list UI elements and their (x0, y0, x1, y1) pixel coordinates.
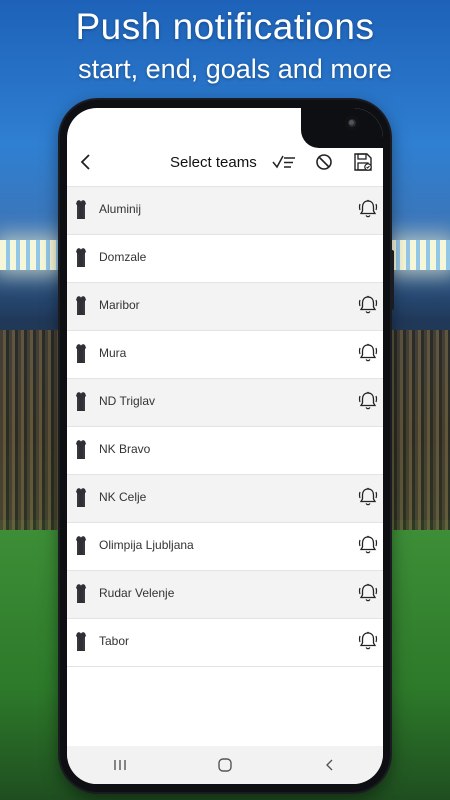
nav-back-button[interactable] (310, 750, 350, 780)
camera-icon (345, 116, 359, 130)
team-name: Maribor (99, 298, 140, 312)
floodlight-right (390, 240, 450, 270)
save-icon (354, 153, 372, 171)
phone-frame: Select teams Aluminij Domzale Maribor Mu… (60, 100, 394, 792)
team-row[interactable]: Aluminij (67, 187, 383, 235)
team-name: Tabor (99, 634, 130, 648)
team-name: Mura (99, 346, 127, 360)
jersey-icon (74, 487, 88, 508)
back-icon (80, 154, 90, 170)
team-row[interactable]: Tabor (67, 619, 383, 667)
team-name: Rudar Velenje (99, 586, 175, 600)
toolbar: Select teams (67, 146, 383, 182)
back-button[interactable] (72, 148, 100, 176)
jersey-icon (74, 343, 88, 364)
camera-notch (301, 108, 383, 148)
jersey-icon (74, 631, 88, 652)
team-name: Olimpija Ljubljana (99, 538, 194, 552)
jersey-icon (74, 247, 88, 268)
jersey-icon (74, 199, 88, 220)
home-button[interactable] (205, 750, 245, 780)
recent-apps-button[interactable] (100, 750, 140, 780)
notification-bell-icon[interactable] (357, 342, 379, 364)
team-name: NK Celje (99, 490, 147, 504)
team-row[interactable]: Domzale (67, 235, 383, 283)
team-row[interactable]: Olimpija Ljubljana (67, 523, 383, 571)
block-button[interactable] (310, 148, 338, 176)
notification-bell-icon[interactable] (357, 486, 379, 508)
phone-screen: Select teams Aluminij Domzale Maribor Mu… (67, 108, 383, 784)
page-title: Select teams (170, 154, 257, 171)
android-navbar (67, 746, 383, 784)
home-icon (218, 758, 232, 772)
team-row[interactable]: ND Triglav (67, 379, 383, 427)
notification-bell-icon[interactable] (357, 198, 379, 220)
team-name: Domzale (99, 250, 147, 264)
back-nav-icon (326, 759, 333, 771)
team-row[interactable]: NK Bravo (67, 427, 383, 475)
team-name: Aluminij (99, 202, 142, 216)
notification-bell-icon[interactable] (357, 294, 379, 316)
notification-bell-icon[interactable] (357, 390, 379, 412)
team-row[interactable]: Rudar Velenje (67, 571, 383, 619)
select-all-button[interactable] (270, 148, 298, 176)
team-name: NK Bravo (99, 442, 151, 456)
team-row[interactable]: Maribor (67, 283, 383, 331)
notification-bell-icon[interactable] (357, 534, 379, 556)
team-name: ND Triglav (99, 394, 156, 408)
team-row[interactable]: Mura (67, 331, 383, 379)
promo-subheadline: start, end, goals and more (78, 54, 392, 84)
notification-bell-icon[interactable] (357, 630, 379, 652)
jersey-icon (74, 295, 88, 316)
jersey-icon (74, 535, 88, 556)
save-button[interactable] (349, 148, 377, 176)
jersey-icon (74, 439, 88, 460)
select-all-icon (272, 155, 295, 169)
team-row[interactable]: NK Celje (67, 475, 383, 523)
floodlight-left (0, 240, 60, 270)
phone-side-button (390, 250, 394, 310)
recent-apps-icon (113, 760, 126, 770)
jersey-icon (74, 391, 88, 412)
team-list: Aluminij Domzale Maribor Mura ND Triglav NK B… (67, 186, 383, 667)
notification-bell-icon[interactable] (357, 582, 379, 604)
jersey-icon (74, 583, 88, 604)
block-icon (316, 154, 332, 170)
promo-headline: Push notifications (75, 6, 375, 47)
